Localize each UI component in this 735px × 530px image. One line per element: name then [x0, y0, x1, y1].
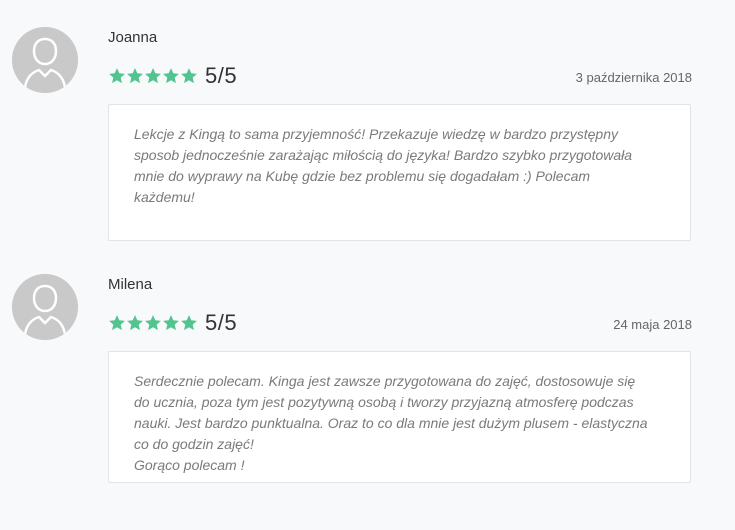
star-rating [108, 67, 198, 85]
review-date: 3 października 2018 [575, 70, 692, 85]
rating: 5/5 [108, 310, 237, 336]
star-icon [109, 68, 125, 84]
rating-score: 5/5 [205, 63, 238, 88]
review-comment-box: Serdecznie polecam. Kinga jest zawsze pr… [108, 351, 691, 483]
rating-score: 5/5 [205, 310, 238, 335]
reviewer-name: Milena [108, 276, 153, 293]
reviewer-name: Joanna [108, 29, 158, 46]
star-icon [145, 315, 161, 331]
rating: 5/5 [108, 63, 237, 89]
star-icon [163, 315, 179, 331]
star-icon [127, 68, 143, 84]
star-icon [181, 68, 197, 84]
star-icon [163, 68, 179, 84]
star-icon [109, 315, 125, 331]
review-comment: Serdecznie polecam. Kinga jest zawsze pr… [134, 373, 648, 473]
user-avatar-icon [12, 27, 78, 93]
star-icon [145, 68, 161, 84]
review-date: 24 maja 2018 [613, 317, 692, 332]
review-comment-box: Lekcje z Kingą to sama przyjemność! Prze… [108, 104, 691, 241]
star-rating [108, 314, 198, 332]
star-icon [127, 315, 143, 331]
user-avatar-icon [12, 274, 78, 340]
review-comment: Lekcje z Kingą to sama przyjemność! Prze… [134, 126, 633, 205]
star-icon [181, 315, 197, 331]
